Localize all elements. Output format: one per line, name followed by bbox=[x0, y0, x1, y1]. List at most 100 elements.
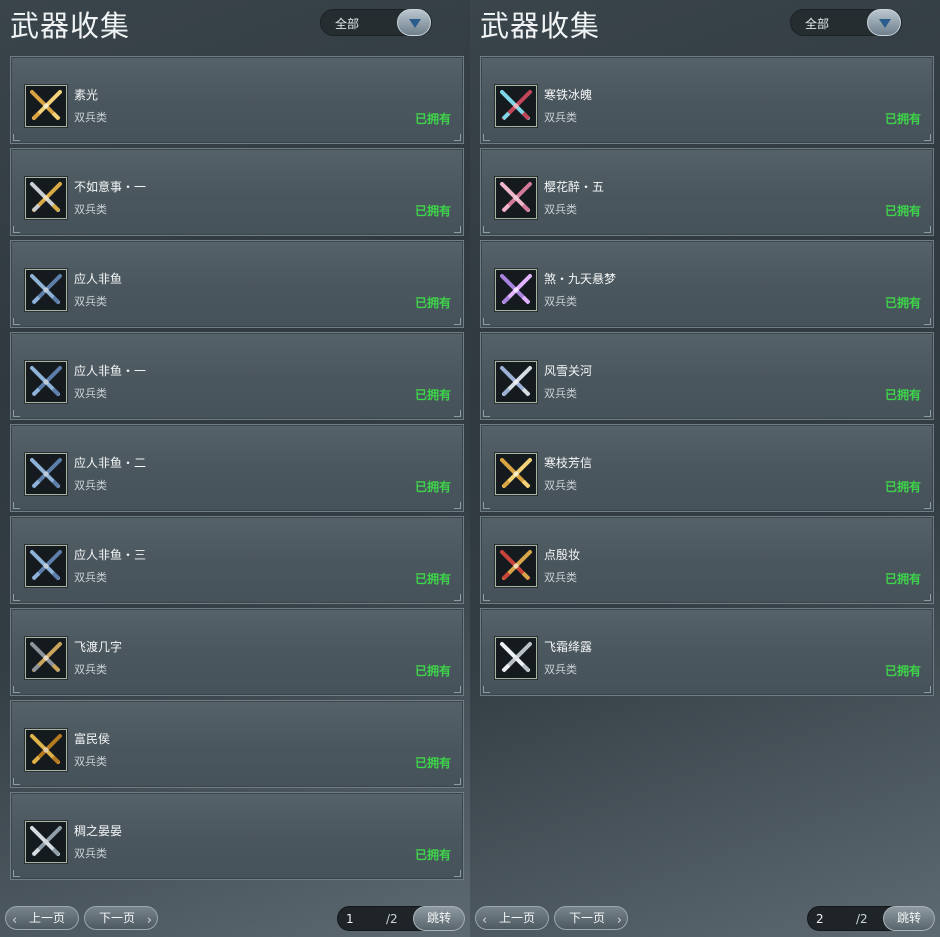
owned-status-label: 已拥有 bbox=[884, 112, 921, 126]
chevron-right-icon: › bbox=[146, 913, 152, 928]
weapon-name: 樱花醉・五 bbox=[544, 180, 605, 194]
page-number-input[interactable]: 1 bbox=[346, 912, 354, 926]
owned-status-label: 已拥有 bbox=[884, 480, 921, 494]
purple-crossed-blades-icon bbox=[495, 269, 537, 311]
weapon-name: 不如意事・一 bbox=[74, 180, 147, 194]
dark-crossed-blades-icon bbox=[25, 637, 67, 679]
page-total: /2 bbox=[386, 912, 398, 926]
weapon-list-item[interactable]: 点殷妆双兵类 已拥有 bbox=[480, 516, 934, 604]
weapon-name: 应人非鱼・一 bbox=[74, 364, 147, 378]
owned-status-label: 已拥有 bbox=[414, 296, 451, 310]
chevron-down-icon[interactable] bbox=[397, 9, 431, 36]
filter-selected-value: 全部 bbox=[805, 17, 830, 31]
weapon-type: 双兵类 bbox=[74, 571, 107, 584]
weapon-list-item[interactable]: 寒枝芳信 双兵类 已拥有 bbox=[480, 424, 934, 512]
weapon-list: 素光 双兵类 已拥有 不如意事・一 双兵类 已拥有 应人非鱼 双兵类 已拥有 应人非鱼・一 双兵类已… bbox=[10, 56, 464, 884]
owned-status-label: 已拥有 bbox=[414, 480, 451, 494]
owned-status-label: 已拥有 bbox=[414, 848, 451, 862]
jump-button[interactable]: 跳转 bbox=[883, 906, 935, 931]
weapon-list-item[interactable]: 风雪关河双兵类 已拥有 bbox=[480, 332, 934, 420]
weapon-type: 双兵类 bbox=[74, 295, 107, 308]
weapon-type: 双兵类 bbox=[544, 387, 577, 400]
prev-page-label: 上一页 bbox=[498, 911, 535, 925]
blue-crossed-blades-icon bbox=[25, 545, 67, 587]
weapon-name: 应人非鱼・三 bbox=[74, 548, 147, 562]
next-page-button[interactable]: 下一页 › bbox=[554, 906, 628, 930]
weapon-type: 双兵类 bbox=[74, 111, 107, 124]
weapon-list-item[interactable]: 应人非鱼双兵类 已拥有 bbox=[10, 240, 464, 328]
weapon-collection-panel-right: 武器收集 全部 寒铁冰魄 双兵类 已拥有 樱花醉・五 双兵类 已拥有 煞・九天悬梦 双兵类 已拥… bbox=[470, 0, 940, 937]
owned-status-label: 已拥有 bbox=[884, 296, 921, 310]
weapon-name: 稠之晏晏 bbox=[74, 824, 123, 838]
owned-status-label: 已拥有 bbox=[884, 204, 921, 218]
page-jump-box: 2 /2 跳转 bbox=[807, 906, 935, 931]
jump-button[interactable]: 跳转 bbox=[413, 906, 465, 931]
owned-status-label: 已拥有 bbox=[414, 204, 451, 218]
weapon-list-item[interactable]: 富民侯双兵类 已拥有 bbox=[10, 700, 464, 788]
weapon-type: 双兵类 bbox=[74, 387, 107, 400]
weapon-type: 双兵类 bbox=[544, 203, 577, 216]
chevron-right-icon: › bbox=[616, 913, 622, 928]
weapon-collection-panel-left: 武器收集 全部 素光 双兵类 已拥有 不如意事・一 双兵类 已拥有 应人非鱼 双兵类 已拥有 应人… bbox=[0, 0, 470, 937]
weapon-list-item[interactable]: 应人非鱼・三 双兵类 已拥有 bbox=[10, 516, 464, 604]
blue-crossed-blades-icon bbox=[25, 269, 67, 311]
prev-page-button[interactable]: ‹ 上一页 bbox=[5, 906, 79, 930]
silver-gold-crossed-blades-icon bbox=[25, 177, 67, 219]
owned-status-label: 已拥有 bbox=[414, 388, 451, 402]
owned-status-label: 已拥有 bbox=[884, 664, 921, 678]
owned-status-label: 已拥有 bbox=[414, 664, 451, 678]
chevron-down-icon[interactable] bbox=[867, 9, 901, 36]
page-number-input[interactable]: 2 bbox=[816, 912, 824, 926]
filter-dropdown[interactable]: 全部 bbox=[790, 9, 902, 36]
owned-status-label: 已拥有 bbox=[884, 388, 921, 402]
weapon-name: 素光 bbox=[74, 88, 99, 102]
weapon-name: 风雪关河 bbox=[544, 364, 593, 378]
weapon-list-item[interactable]: 飞霜绛露双兵类 已拥有 bbox=[480, 608, 934, 696]
weapon-type: 双兵类 bbox=[74, 203, 107, 216]
weapon-list-item[interactable]: 素光双兵类 已拥有 bbox=[10, 56, 464, 144]
weapon-name: 点殷妆 bbox=[544, 548, 581, 562]
weapon-list-item[interactable]: 不如意事・一 双兵类 已拥有 bbox=[10, 148, 464, 236]
weapon-list-item[interactable]: 稠之晏晏 双兵类 已拥有 bbox=[10, 792, 464, 880]
next-page-label: 下一页 bbox=[568, 911, 605, 925]
filter-dropdown[interactable]: 全部 bbox=[320, 9, 432, 36]
next-page-label: 下一页 bbox=[98, 911, 135, 925]
gold-crossed-blades-icon bbox=[495, 453, 537, 495]
steel-crossed-blades-icon bbox=[495, 361, 537, 403]
prev-page-label: 上一页 bbox=[28, 911, 65, 925]
panel-title: 武器收集 bbox=[10, 9, 131, 43]
red-crossed-blades-icon bbox=[495, 545, 537, 587]
cherry-blossom-blades-icon bbox=[495, 177, 537, 219]
weapon-name: 富民侯 bbox=[74, 732, 111, 746]
weapon-list-item[interactable]: 寒铁冰魄 双兵类 已拥有 bbox=[480, 56, 934, 144]
weapon-type: 双兵类 bbox=[74, 755, 107, 768]
weapon-type: 双兵类 bbox=[544, 571, 577, 584]
gold-crossed-blades-icon bbox=[25, 85, 67, 127]
weapon-name: 煞・九天悬梦 bbox=[544, 272, 617, 286]
gold-blade-icon bbox=[25, 729, 67, 771]
owned-status-label: 已拥有 bbox=[884, 572, 921, 586]
owned-status-label: 已拥有 bbox=[414, 112, 451, 126]
ice-crossed-blades-icon bbox=[495, 85, 537, 127]
weapon-list-item[interactable]: 应人非鱼・一 双兵类 已拥有 bbox=[10, 332, 464, 420]
chevron-left-icon: ‹ bbox=[12, 913, 18, 928]
owned-status-label: 已拥有 bbox=[414, 572, 451, 586]
prev-page-button[interactable]: ‹ 上一页 bbox=[475, 906, 549, 930]
weapon-name: 飞霜绛露 bbox=[544, 640, 593, 654]
silver-crossed-blades-icon bbox=[25, 821, 67, 863]
weapon-name: 应人非鱼 bbox=[74, 272, 123, 286]
weapon-list-item[interactable]: 煞・九天悬梦 双兵类 已拥有 bbox=[480, 240, 934, 328]
weapon-name: 寒枝芳信 bbox=[544, 456, 593, 470]
weapon-name: 应人非鱼・二 bbox=[74, 456, 147, 470]
weapon-list-item[interactable]: 樱花醉・五双兵类 已拥有 bbox=[480, 148, 934, 236]
filter-selected-value: 全部 bbox=[335, 17, 360, 31]
next-page-button[interactable]: 下一页 › bbox=[84, 906, 158, 930]
owned-status-label: 已拥有 bbox=[414, 756, 451, 770]
weapon-type: 双兵类 bbox=[544, 663, 577, 676]
white-crossed-blades-icon bbox=[495, 637, 537, 679]
weapon-list: 寒铁冰魄 双兵类 已拥有 樱花醉・五 双兵类 已拥有 煞・九天悬梦 双兵类 已拥有 风雪关河 双兵类… bbox=[480, 56, 934, 700]
weapon-list-item[interactable]: 应人非鱼・二 双兵类 已拥有 bbox=[10, 424, 464, 512]
weapon-type: 双兵类 bbox=[544, 295, 577, 308]
weapon-list-item[interactable]: 飞渡几字 双兵类 已拥有 bbox=[10, 608, 464, 696]
weapon-name: 寒铁冰魄 bbox=[544, 88, 593, 102]
